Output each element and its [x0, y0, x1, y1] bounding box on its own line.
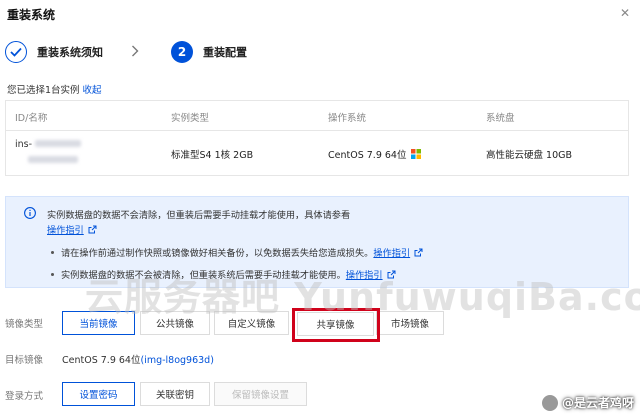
instance-os: CentOS 7.9 64位 — [328, 147, 421, 162]
redacted-id — [35, 140, 82, 147]
corner-watermark-text: @是云者鸡呀 — [561, 396, 634, 410]
login-associate-key[interactable]: 关联密钥 — [140, 382, 210, 406]
redacted-name — [28, 155, 78, 166]
selected-count-text: 您已选择1台实例 — [7, 85, 80, 96]
notice-main-text: 实例数据盘的数据不会清除，但重装后需要手动挂载才能使用，具体请参看 — [47, 210, 351, 221]
target-image-label: 目标镜像 — [5, 355, 44, 366]
target-image-name: CentOS 7.9 64位 — [62, 355, 141, 366]
step-2-number: 2 — [171, 41, 193, 63]
corner-watermark: @是云者鸡呀 — [541, 394, 634, 411]
login-method-label: 登录方式 — [5, 391, 44, 402]
instance-id-prefix: ins- — [15, 139, 33, 150]
instance-id: ins- — [15, 139, 82, 150]
step-1-label: 重装系统须知 — [37, 46, 103, 59]
close-icon[interactable]: ✕ — [620, 6, 630, 20]
steps-bar: 重装系统须知 2 重装配置 — [5, 41, 247, 63]
instance-disk: 高性能云硬盘 10GB — [486, 150, 572, 161]
check-icon — [5, 41, 27, 63]
target-image-value: CentOS 7.9 64位(img-l8og963d) — [62, 352, 214, 366]
site-watermark: 云服务器吧 YunfuwuqiBa.com — [85, 275, 640, 319]
instance-os-text: CentOS 7.9 64位 — [328, 150, 407, 161]
notice-main-link-wrap: 操作指引 — [47, 222, 97, 237]
table-header: ID/名称 实例类型 操作系统 系统盘 — [6, 101, 628, 131]
watermark-logo-icon — [541, 394, 558, 411]
login-set-password[interactable]: 设置密码 — [62, 382, 135, 406]
image-type-label: 镜像类型 — [5, 319, 44, 330]
dialog-title: 重装系统 — [7, 8, 56, 22]
column-header-disk: 系统盘 — [486, 113, 515, 124]
notice-bullet-1: 请在操作前通过制作快照或镜像做好相关备份，以免数据丢失给您造成损失。操作指引 — [51, 245, 423, 260]
notice-bullet-1-text: 请在操作前通过制作快照或镜像做好相关备份，以免数据丢失给您造成损失。 — [61, 248, 374, 259]
instance-type: 标准型S4 1核 2GB — [171, 150, 254, 161]
table-row: ins- 标准型S4 1核 2GB CentOS 7.9 64位 高性能云硬盘 … — [6, 131, 628, 176]
external-link-icon — [414, 248, 423, 260]
collapse-link[interactable]: 收起 — [83, 85, 102, 96]
os-badge-icon — [410, 149, 421, 162]
notice-bullet-1-link[interactable]: 操作指引 — [373, 248, 410, 259]
info-icon — [24, 207, 36, 222]
selected-instances: 您已选择1台实例 收起 — [7, 82, 102, 96]
notice-main-link[interactable]: 操作指引 — [47, 225, 84, 236]
instance-table: ID/名称 实例类型 操作系统 系统盘 ins- 标准型S4 1核 2GB Ce… — [5, 100, 629, 176]
external-link-icon — [88, 225, 97, 237]
column-header-type: 实例类型 — [171, 113, 210, 124]
target-image-id-link[interactable]: (img-l8og963d) — [140, 355, 213, 366]
login-keep-image-settings: 保留镜像设置 — [214, 382, 307, 406]
step-2-label: 重装配置 — [203, 46, 247, 59]
chevron-right-icon — [131, 45, 139, 60]
column-header-id: ID/名称 — [15, 113, 48, 124]
column-header-os: 操作系统 — [328, 113, 367, 124]
